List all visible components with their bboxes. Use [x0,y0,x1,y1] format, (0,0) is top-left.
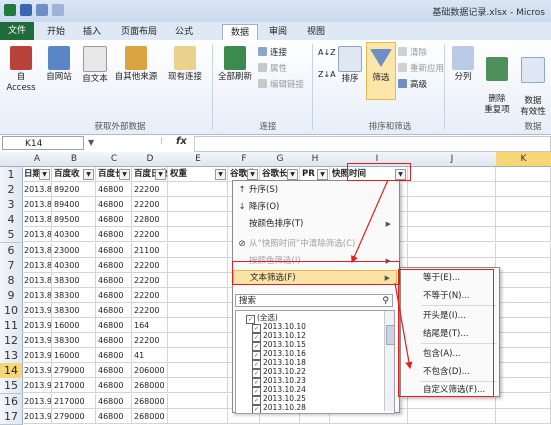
row-header[interactable]: 17 [0,408,23,425]
annotation-arrows [351,179,413,370]
